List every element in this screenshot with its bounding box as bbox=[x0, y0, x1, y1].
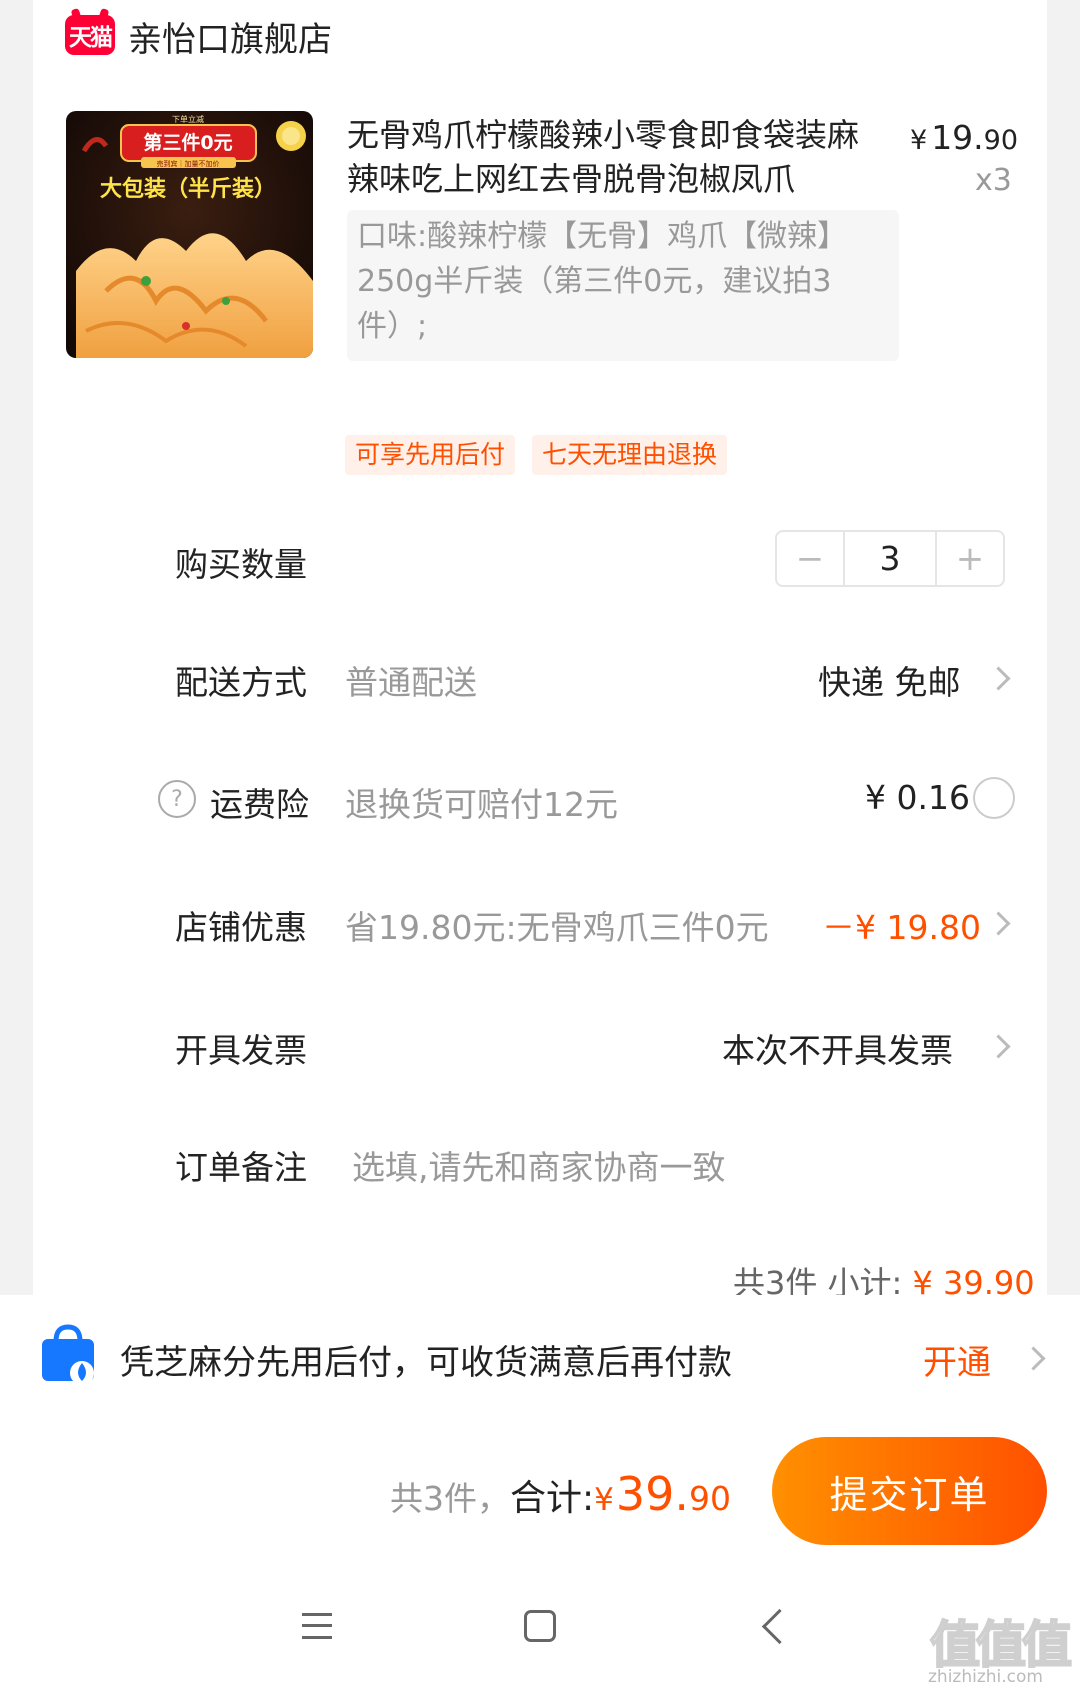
quantity-minus-button[interactable]: − bbox=[777, 532, 843, 585]
quantity-label: 购买数量 bbox=[175, 545, 307, 584]
pay-later-banner[interactable]: 凭芝麻分先用后付，可收货满意后再付款 开通 bbox=[0, 1295, 1080, 1415]
shopping-bag-icon bbox=[42, 1324, 94, 1385]
product-image-art: 下单立减 第三件0元 売到宾｜加量不加价 大包装（半斤装） bbox=[66, 111, 313, 358]
tag-pay-later: 可享先用后付 bbox=[345, 435, 516, 475]
watermark: 值值值 zhizhizhi.com bbox=[928, 1605, 1078, 1690]
delivery-label: 配送方式 bbox=[175, 663, 307, 702]
delivery-value[interactable]: 快递 免邮 bbox=[818, 656, 961, 704]
product-title[interactable]: 无骨鸡爪柠檬酸辣小零食即食袋装麻辣味吃上网红去骨脱骨泡椒凤爪 bbox=[347, 113, 882, 201]
product-price-yen: ¥ bbox=[910, 125, 928, 156]
total-label: 合计: bbox=[510, 1478, 595, 1519]
subtotal-amount: ¥ 39.90 bbox=[912, 1264, 1035, 1295]
product-price-int: 19. bbox=[931, 118, 984, 157]
shipping-insurance-label: 运费险 bbox=[210, 785, 309, 824]
system-nav-bar bbox=[0, 1565, 1080, 1695]
total-count: 共3件， bbox=[390, 1479, 510, 1518]
invoice-value[interactable]: 本次不开具发票 bbox=[722, 1024, 953, 1072]
product-image[interactable]: 下单立减 第三件0元 売到宾｜加量不加价 大包装（半斤装） bbox=[66, 111, 313, 358]
total: 共3件，合计:¥39.90 bbox=[390, 1467, 731, 1521]
checkout-bar: 共3件，合计:¥39.90 提交订单 bbox=[0, 1415, 1080, 1566]
quantity-plus-button[interactable]: + bbox=[937, 532, 1003, 585]
back-icon[interactable] bbox=[761, 1608, 798, 1645]
remark-input[interactable]: 选填,请先和商家协商一致 bbox=[352, 1141, 726, 1189]
product-price-dec: 90 bbox=[983, 125, 1019, 156]
help-icon[interactable]: ? bbox=[158, 780, 196, 818]
image-headline: 大包装（半斤装） bbox=[100, 176, 276, 202]
shipping-insurance-radio[interactable] bbox=[973, 777, 1015, 819]
total-yen: ¥ bbox=[594, 1482, 614, 1518]
image-top-note: 下单立减 bbox=[172, 114, 204, 124]
image-badge-text: 第三件0元 bbox=[143, 131, 232, 154]
total-amount-int: 39. bbox=[615, 1467, 690, 1521]
tag-seven-day-return: 七天无理由退换 bbox=[532, 435, 728, 475]
watermark-url: zhizhizhi.com bbox=[928, 1667, 1043, 1687]
shipping-insurance-price: ¥ 0.16 bbox=[865, 778, 970, 817]
product-sku[interactable]: 口味:酸辣柠檬【无骨】鸡爪【微辣】250g半斤装（第三件0元，建议拍3件）; bbox=[347, 210, 899, 361]
store-name[interactable]: 亲怡口旗舰店 bbox=[128, 12, 332, 61]
store-discount-value[interactable]: －¥ 19.80 bbox=[822, 901, 981, 949]
pay-later-open-button[interactable]: 开通 bbox=[923, 1335, 991, 1384]
invoice-label: 开具发票 bbox=[175, 1031, 307, 1070]
store-discount-label: 店铺优惠 bbox=[175, 908, 307, 947]
store-discount-desc: 省19.80元:无骨鸡爪三件0元 bbox=[345, 908, 769, 947]
quantity-stepper: − 3 + bbox=[775, 530, 1005, 587]
shipping-insurance-desc: 退换货可赔付12元 bbox=[345, 785, 618, 824]
submit-order-button[interactable]: 提交订单 bbox=[772, 1437, 1047, 1545]
pay-later-chevron-icon[interactable] bbox=[1021, 1346, 1046, 1371]
tmall-logo-icon: 天猫 bbox=[65, 15, 115, 55]
subtotal: 共3件 小计: ¥ 39.90 bbox=[733, 1258, 1035, 1295]
image-sub-note: 売到宾｜加量不加价 bbox=[157, 159, 220, 168]
menu-icon[interactable] bbox=[302, 1613, 332, 1639]
remark-label: 订单备注 bbox=[175, 1148, 307, 1187]
home-icon[interactable] bbox=[524, 1610, 556, 1642]
product-quantity: x3 bbox=[975, 163, 1012, 198]
product-price: ¥19.90 bbox=[910, 118, 1018, 157]
delivery-desc: 普通配送 bbox=[345, 663, 477, 702]
subtotal-prefix: 共3件 小计: bbox=[733, 1264, 903, 1295]
pay-later-text: 凭芝麻分先用后付，可收货满意后再付款 bbox=[120, 1343, 732, 1383]
total-amount-dec: 90 bbox=[689, 1479, 732, 1518]
quantity-input[interactable]: 3 bbox=[843, 532, 937, 585]
total-amount: ¥39.90 bbox=[594, 1467, 731, 1521]
